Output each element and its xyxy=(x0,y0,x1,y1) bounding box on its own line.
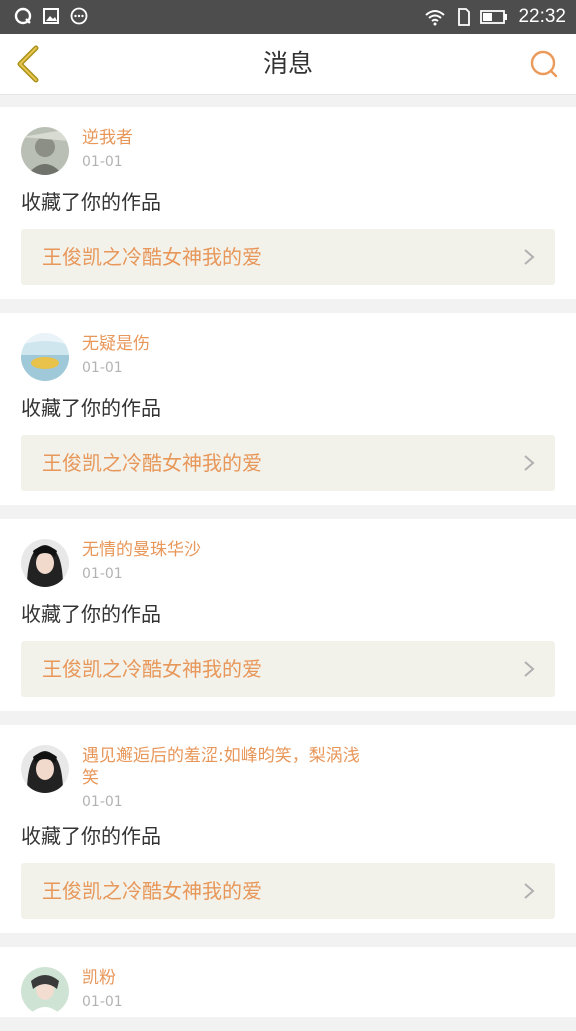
action-text: 收藏了你的作品 xyxy=(21,396,161,420)
chevron-right-icon xyxy=(524,455,535,471)
status-bar: 22:32 xyxy=(0,0,576,34)
battery-icon xyxy=(480,10,508,24)
qq-icon xyxy=(14,7,32,25)
chevron-right-icon xyxy=(524,661,535,677)
username[interactable]: 无疑是伤 xyxy=(82,333,362,355)
action-text: 收藏了你的作品 xyxy=(21,824,161,848)
wifi-icon xyxy=(425,10,446,26)
username[interactable]: 逆我者 xyxy=(82,127,362,149)
message-card: 无情的曼珠华沙 01-01 收藏了你的作品 王俊凯之冷酷女神我的爱 xyxy=(0,519,576,711)
image-icon xyxy=(43,8,59,24)
chat-icon xyxy=(70,7,88,25)
work-link[interactable]: 王俊凯之冷酷女神我的爱 xyxy=(21,641,555,697)
username[interactable]: 凯粉 xyxy=(82,967,362,989)
work-title: 王俊凯之冷酷女神我的爱 xyxy=(42,245,262,269)
avatar[interactable] xyxy=(21,745,69,793)
message-date: 01-01 xyxy=(82,154,123,170)
work-title: 王俊凯之冷酷女神我的爱 xyxy=(42,879,262,903)
sim-icon xyxy=(458,8,471,26)
work-title: 王俊凯之冷酷女神我的爱 xyxy=(42,657,262,681)
page-title: 消息 xyxy=(262,49,313,78)
message-date: 01-01 xyxy=(82,566,123,582)
message-card: 凯粉 01-01 xyxy=(0,947,576,1017)
search-icon[interactable] xyxy=(528,48,560,80)
avatar[interactable] xyxy=(21,967,69,1015)
work-link[interactable]: 王俊凯之冷酷女神我的爱 xyxy=(21,435,555,491)
message-card: 无疑是伤 01-01 收藏了你的作品 王俊凯之冷酷女神我的爱 xyxy=(0,313,576,505)
message-date: 01-01 xyxy=(82,360,123,376)
chevron-right-icon xyxy=(524,249,535,265)
message-date: 01-01 xyxy=(82,794,123,810)
message-date: 01-01 xyxy=(82,994,123,1010)
action-text: 收藏了你的作品 xyxy=(21,602,161,626)
action-text: 收藏了你的作品 xyxy=(21,190,161,214)
message-list: 逆我者 01-01 收藏了你的作品 王俊凯之冷酷女神我的爱 无疑是伤 01-01… xyxy=(0,107,576,1031)
message-card: 逆我者 01-01 收藏了你的作品 王俊凯之冷酷女神我的爱 xyxy=(0,107,576,299)
username[interactable]: 遇见邂逅后的羞涩:如峰昀笑，梨涡浅笑 xyxy=(82,745,362,789)
avatar[interactable] xyxy=(21,333,69,381)
message-card: 遇见邂逅后的羞涩:如峰昀笑，梨涡浅笑 01-01 收藏了你的作品 王俊凯之冷酷女… xyxy=(0,725,576,933)
top-bar: 消息 xyxy=(0,34,576,95)
clock: 22:32 xyxy=(518,6,566,27)
username[interactable]: 无情的曼珠华沙 xyxy=(82,539,362,561)
chevron-right-icon xyxy=(524,883,535,899)
work-link[interactable]: 王俊凯之冷酷女神我的爱 xyxy=(21,229,555,285)
work-link[interactable]: 王俊凯之冷酷女神我的爱 xyxy=(21,863,555,919)
avatar[interactable] xyxy=(21,539,69,587)
work-title: 王俊凯之冷酷女神我的爱 xyxy=(42,451,262,475)
avatar[interactable] xyxy=(21,127,69,175)
